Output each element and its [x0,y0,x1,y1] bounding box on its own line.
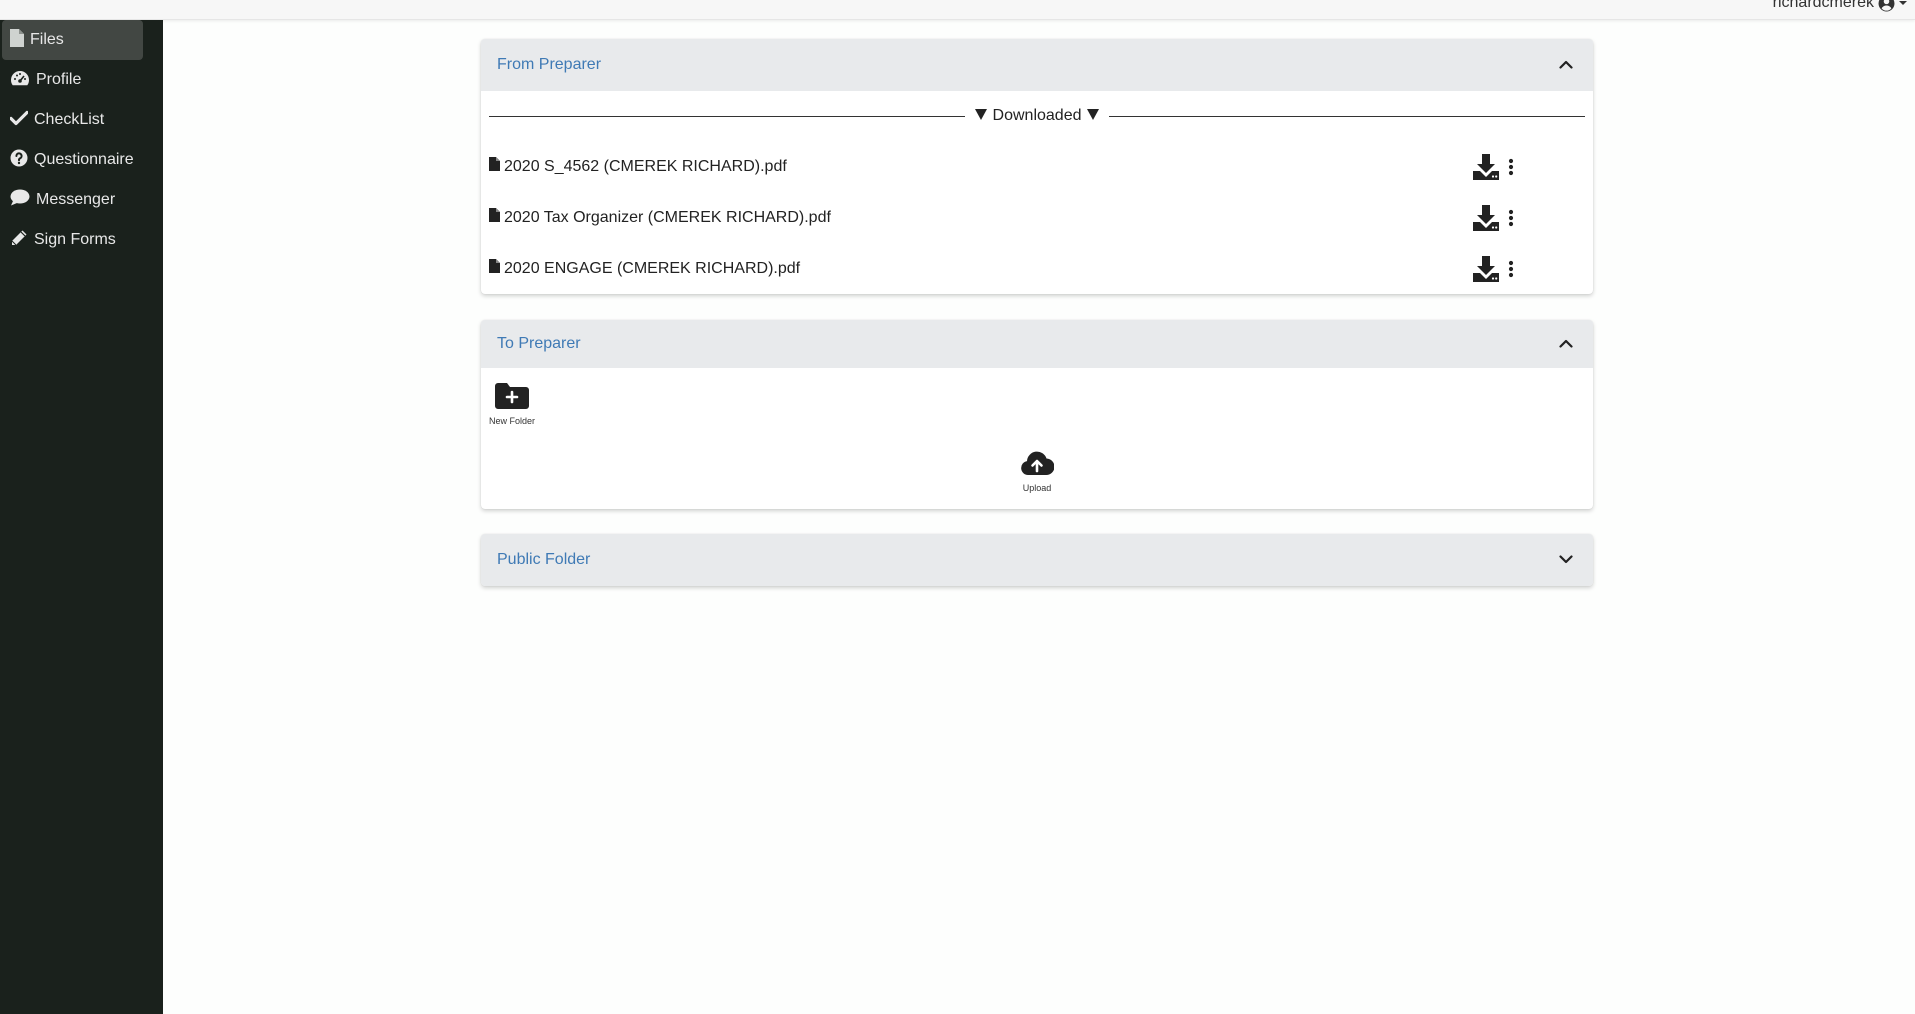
new-folder-button[interactable]: New Folder [489,383,535,426]
file-name: 2020 Tax Organizer (CMEREK RICHARD).pdf [504,208,831,226]
dashboard-icon [10,70,36,91]
user-circle-icon [1878,0,1895,12]
public-folder-header[interactable]: Public Folder [481,534,1593,586]
chevron-up-icon[interactable] [1559,56,1573,74]
download-icon[interactable] [1472,255,1500,282]
file-icon [10,28,30,52]
to-preparer-panel: To Preparer New Folder Upload [481,320,1593,509]
sidebar-item-label: Sign Forms [34,231,116,248]
file-name: 2020 ENGAGE (CMEREK RICHARD).pdf [504,259,801,277]
sidebar-item-checklist[interactable]: CheckList [2,100,143,140]
downloaded-divider: Downloaded [489,91,1586,141]
divider-line [489,115,965,117]
from-preparer-header[interactable]: From Preparer [481,39,1593,91]
check-icon [9,110,34,131]
sidebar-item-label: Files [30,31,64,48]
pencil-icon [10,229,34,252]
sidebar-item-label: Profile [36,71,82,88]
file-row[interactable]: 2020 S_4562 (CMEREK RICHARD).pdf [481,141,1593,192]
upload-label: Upload [1022,483,1052,493]
file-name: 2020 S_4562 (CMEREK RICHARD).pdf [504,157,787,175]
divider-line [1109,115,1586,117]
folder-plus-icon [495,383,529,414]
sidebar-item-profile[interactable]: Profile [2,60,143,100]
chevron-down-icon[interactable] [1559,551,1573,569]
file-actions [1472,153,1514,180]
panel-title: From Preparer [497,56,602,73]
upload-button[interactable]: Upload [1020,450,1055,493]
sidebar-item-label: CheckList [34,111,105,128]
sidebar-item-messenger[interactable]: Messenger [2,180,143,220]
from-preparer-panel: From Preparer Downloaded 2020 S_4562 (CM… [481,39,1593,294]
top-bar: richardcmerek [0,0,1915,20]
sidebar-item-sign-forms[interactable]: Sign Forms [2,220,143,260]
download-icon[interactable] [1472,153,1500,180]
download-icon[interactable] [1472,204,1500,231]
panel-title: Public Folder [497,551,591,568]
public-folder-panel: Public Folder [481,534,1593,586]
file-actions [1472,204,1514,231]
more-vertical-icon[interactable] [1508,209,1514,227]
file-row[interactable]: 2020 ENGAGE (CMEREK RICHARD).pdf [481,243,1593,294]
cloud-upload-icon [1020,450,1055,481]
triangle-down-icon [974,107,987,125]
user-menu[interactable]: richardcmerek [1773,0,1907,12]
question-circle-icon [10,149,34,172]
downloaded-toggle[interactable]: Downloaded [965,107,1110,125]
file-icon [489,157,500,176]
panel-title: To Preparer [497,335,581,352]
comment-icon [10,189,36,211]
username: richardcmerek [1772,0,1874,11]
file-icon [489,259,500,278]
sidebar-item-questionnaire[interactable]: Questionnaire [2,140,143,180]
triangle-down-icon [1087,107,1100,125]
file-row[interactable]: 2020 Tax Organizer (CMEREK RICHARD).pdf [481,192,1593,243]
main-content: From Preparer Downloaded 2020 S_4562 (CM… [163,20,1915,1014]
file-icon [489,208,500,227]
more-vertical-icon[interactable] [1508,260,1514,278]
file-actions [1472,255,1514,282]
chevron-up-icon[interactable] [1559,335,1573,353]
sidebar-item-label: Questionnaire [34,151,134,168]
sidebar-item-label: Messenger [36,191,116,208]
caret-down-icon [1899,0,1907,6]
sidebar: Files Profile CheckList Questionnaire Me… [0,20,163,1014]
more-vertical-icon[interactable] [1508,158,1514,176]
sidebar-item-files[interactable]: Files [2,20,143,60]
new-folder-label: New Folder [489,416,536,426]
to-preparer-header[interactable]: To Preparer [481,320,1593,368]
divider-label: Downloaded [992,107,1082,124]
